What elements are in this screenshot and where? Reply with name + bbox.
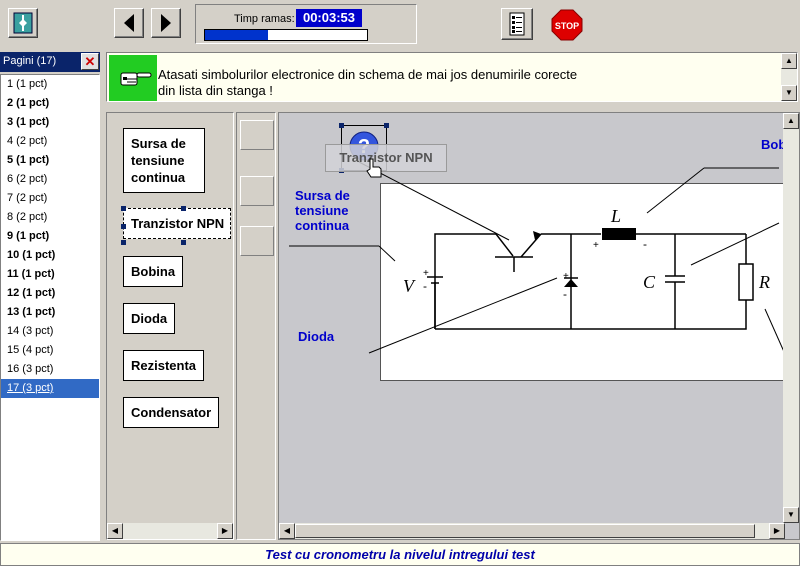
split-pane-button[interactable] [8, 8, 38, 38]
pages-title: Pagini (17) [3, 55, 57, 67]
label-sursa[interactable]: Sursa de tensiune continua [123, 128, 205, 193]
selection-handle[interactable] [181, 240, 186, 245]
page-list-button[interactable] [501, 8, 533, 40]
selection-handle[interactable] [121, 240, 126, 245]
page-list-item[interactable]: 13 (1 pct) [1, 303, 99, 322]
arrow-right-icon [161, 14, 171, 32]
label-bobina[interactable]: Bobina [123, 256, 184, 287]
drop-slots-column [236, 112, 276, 540]
scroll-right-button[interactable]: ▶ [217, 523, 233, 539]
page-list-item[interactable]: 14 (3 pct) [1, 322, 99, 341]
timer-progress-fill [205, 30, 269, 40]
label-condensator[interactable]: Condensator [123, 397, 220, 428]
prev-button[interactable] [114, 8, 144, 38]
stop-sign-icon: STOP [551, 9, 583, 41]
dragged-label[interactable]: Tranzistor NPN [325, 144, 447, 172]
page-list-item[interactable]: 7 (2 pct) [1, 189, 99, 208]
scroll-right-button[interactable]: ▶ [769, 523, 785, 539]
label-dioda[interactable]: Dioda [123, 303, 176, 334]
label-tranzistor-npn[interactable]: Tranzistor NPN [123, 208, 231, 239]
page-list-item[interactable]: 4 (2 pct) [1, 132, 99, 151]
split-pane-icon [13, 12, 33, 34]
drop-slot[interactable] [240, 120, 274, 150]
timer-label: Timp ramas: [234, 13, 295, 25]
canvas-vertical-scrollbar[interactable]: ▲ ▼ [783, 113, 799, 523]
page-list-item[interactable]: 16 (3 pct) [1, 360, 99, 379]
labels-horizontal-scrollbar[interactable]: ◀ ▶ [107, 523, 233, 539]
selection-handle[interactable] [121, 206, 126, 211]
scroll-up-button[interactable]: ▲ [781, 53, 797, 69]
page-list-item[interactable]: 9 (1 pct) [1, 227, 99, 246]
timer-value: 00:03:53 [296, 9, 362, 27]
canvas-horizontal-scrollbar[interactable]: ◀ ▶ [279, 523, 785, 539]
label-rezistenta[interactable]: Rezistenta [123, 350, 205, 381]
timer-progress-bar [204, 29, 368, 41]
list-icon [509, 12, 525, 36]
page-list-item[interactable]: 3 (1 pct) [1, 113, 99, 132]
pointing-hand-icon [109, 55, 157, 101]
instruction-text: Atasati simbolurilor electronice din sch… [158, 67, 718, 99]
page-list-item[interactable]: 11 (1 pct) [1, 265, 99, 284]
selection-handle[interactable] [121, 224, 126, 229]
instruction-line-2: din lista din stanga ! [158, 83, 273, 98]
page-list-item[interactable]: 8 (2 pct) [1, 208, 99, 227]
drop-slot[interactable] [240, 176, 274, 206]
pages-list: 1 (1 pct) 2 (1 pct) 3 (1 pct) 4 (2 pct) 5 (1… [0, 74, 100, 541]
scroll-left-button[interactable]: ◀ [107, 523, 123, 539]
arrow-left-icon [124, 14, 134, 32]
close-pages-button[interactable]: ✕ [81, 53, 99, 70]
pages-header: Pagini (17) ✕ [0, 52, 100, 72]
page-list-item[interactable]: 15 (4 pct) [1, 341, 99, 360]
selection-handle[interactable] [181, 206, 186, 211]
scroll-up-button[interactable]: ▲ [783, 113, 799, 129]
timer-panel: Timp ramas: 00:03:53 [195, 4, 417, 44]
placed-label-sursa[interactable]: Sursa de tensiune continua [295, 188, 375, 233]
selection-handle[interactable] [339, 123, 344, 128]
scroll-thumb[interactable] [295, 524, 755, 538]
scroll-down-button[interactable]: ▼ [781, 85, 797, 101]
instruction-scrollbar[interactable]: ▲ ▼ [781, 53, 797, 101]
schematic-canvas: V + - L + - + - C R Sursa de tensiune co… [278, 112, 800, 540]
stop-label: STOP [555, 21, 579, 31]
page-list-item[interactable]: 10 (1 pct) [1, 246, 99, 265]
scroll-left-button[interactable]: ◀ [279, 523, 295, 539]
answer-labels-panel: Sursa de tensiune continua Tranzistor NP… [106, 112, 234, 540]
page-list-item[interactable]: 5 (1 pct) [1, 151, 99, 170]
page-list-item[interactable]: 2 (1 pct) [1, 94, 99, 113]
page-list-item[interactable]: 6 (2 pct) [1, 170, 99, 189]
page-list-item[interactable]: 17 (3 pct) [1, 379, 99, 398]
next-button[interactable] [151, 8, 181, 38]
connector-lines [289, 161, 790, 364]
scroll-down-button[interactable]: ▼ [783, 507, 799, 523]
drop-slot[interactable] [240, 226, 274, 256]
page-list-item[interactable]: 12 (1 pct) [1, 284, 99, 303]
toolbar: Timp ramas: 00:03:53 STOP [0, 0, 800, 48]
hand-cursor-icon [366, 158, 382, 178]
page-list-item[interactable]: 1 (1 pct) [1, 75, 99, 94]
status-bar: Test cu cronometru la nivelul intregului… [0, 543, 800, 566]
instruction-panel: Atasati simbolurilor electronice din sch… [106, 52, 798, 102]
selection-handle[interactable] [384, 123, 389, 128]
instruction-line-1: Atasati simbolurilor electronice din sch… [158, 67, 578, 82]
stop-button[interactable]: STOP [551, 9, 583, 41]
placed-label-dioda[interactable]: Dioda [298, 329, 334, 344]
